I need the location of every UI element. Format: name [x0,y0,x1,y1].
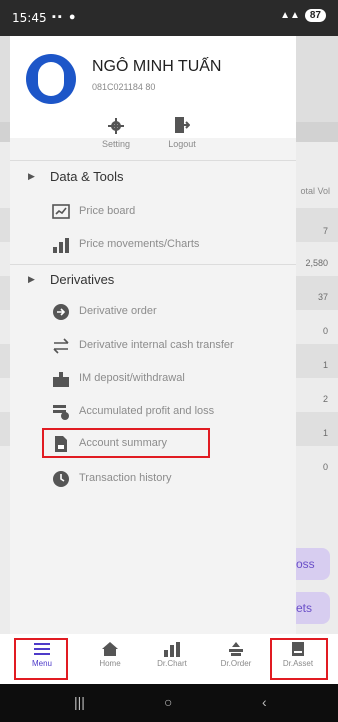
menu-item-label: Transaction history [79,472,172,484]
gear-icon [108,118,124,134]
arrow-circle-icon [53,304,69,320]
nav-home[interactable]: Home [82,638,138,680]
back-chevron-icon[interactable]: ‹ [262,694,267,710]
clock-icon [53,471,69,487]
navigation-drawer: NGÔ MINH TUẤN 081C021184 80 Setting Logo… [10,36,296,634]
home-circle-icon[interactable]: ○ [164,694,172,710]
nav-dr-order[interactable]: Dr.Order [208,638,264,680]
menu-item-label: Accumulated profit and loss [79,405,215,417]
account-id: 081C021184 80 [92,82,156,92]
status-bar: 15:45 ▪▪ ● ▲▲ 87 [0,0,338,36]
order-icon [229,642,243,656]
system-status-icons: ▲▲ 87 [280,9,326,22]
transfer-arrows-icon [53,338,69,354]
logout-icon [175,117,190,133]
nav-label: Home [99,659,121,668]
setting-button[interactable]: Setting [86,118,146,149]
logout-button[interactable]: Logout [152,116,212,149]
triangle-right-icon: ▶ [28,274,35,284]
nav-dr-chart[interactable]: Dr.Chart [144,638,200,680]
menu-item-derivative-order[interactable]: Derivative order [10,296,296,328]
profit-loss-icon [53,405,69,420]
bottom-navigation: Menu Home Dr.Chart Dr.Order Dr.Asset [0,634,338,684]
menu-item-im-deposit[interactable]: IM deposit/withdrawal [10,363,296,395]
home-icon [102,642,118,656]
signal-icon: ▲▲ [280,10,300,21]
account-summary-highlight [42,428,210,458]
nav-label: Dr.Chart [157,659,187,668]
menu-item-profit-loss[interactable]: Accumulated profit and loss [10,396,296,428]
menu-item-label: Price board [79,205,136,217]
menu-item-transaction-history[interactable]: Transaction history [10,463,296,495]
menu-item-label: Derivative order [79,305,157,317]
section-derivatives[interactable]: ▶ Derivatives [10,265,296,295]
setting-label: Setting [101,139,131,149]
battery-indicator: 87 [304,9,326,22]
status-time: 15:45 [12,11,47,25]
chart-icon [164,642,180,657]
menu-item-label: Price movements/Charts [79,238,200,250]
deposit-icon [53,372,69,387]
system-navigation-bar: ||| ○ ‹ [0,684,338,722]
menu-item-cash-transfer[interactable]: Derivative internal cash transfer [10,330,296,362]
menu-highlight [14,638,68,680]
background-column-header: otal Vol [300,186,330,196]
recent-apps-icon[interactable]: ||| [74,694,85,710]
nav-label: Dr.Order [220,659,252,668]
avatar[interactable] [26,54,76,104]
chart-board-icon [52,204,70,219]
asset-highlight [270,638,328,680]
menu-item-price-board[interactable]: Price board [10,196,296,228]
menu-item-price-movements[interactable]: Price movements/Charts [10,229,296,261]
menu-item-label: IM deposit/withdrawal [79,372,185,384]
section-label: Data & Tools [50,169,124,184]
notification-icons: ▪▪ ● [52,11,78,23]
logout-label: Logout [168,139,196,149]
section-label: Derivatives [50,272,115,287]
triangle-right-icon: ▶ [28,171,35,181]
bar-chart-icon [53,238,69,253]
section-data-tools[interactable]: ▶ Data & Tools [10,162,296,192]
user-name: NGÔ MINH TUẤN [92,58,222,75]
menu-item-label: Derivative internal cash transfer [79,339,234,351]
